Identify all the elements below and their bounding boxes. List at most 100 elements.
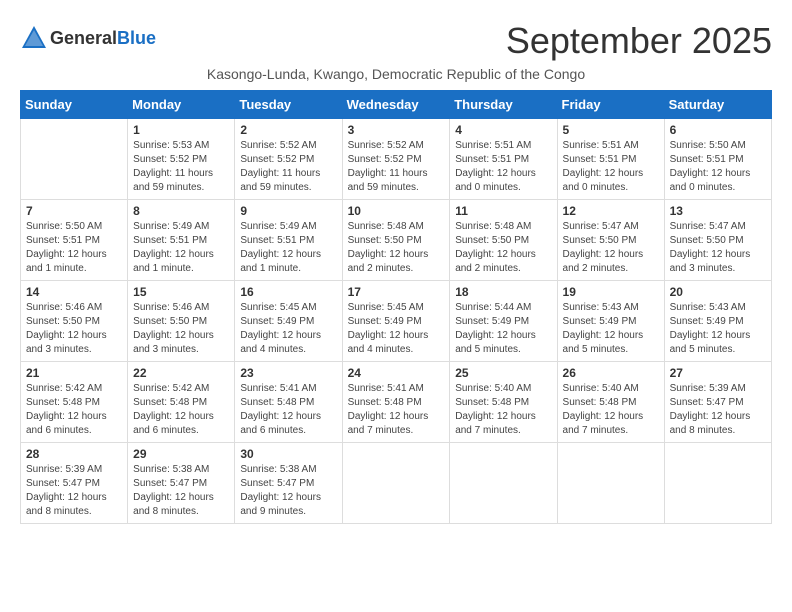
day-number: 29 [133,447,229,461]
calendar-cell: 16 Sunrise: 5:45 AMSunset: 5:49 PMDaylig… [235,281,342,362]
day-number: 1 [133,123,229,137]
calendar-cell: 17 Sunrise: 5:45 AMSunset: 5:49 PMDaylig… [342,281,450,362]
calendar-cell: 5 Sunrise: 5:51 AMSunset: 5:51 PMDayligh… [557,119,664,200]
calendar-cell: 28 Sunrise: 5:39 AMSunset: 5:47 PMDaylig… [21,443,128,524]
day-number: 2 [240,123,336,137]
logo-general: General [50,28,117,48]
day-info: Sunrise: 5:39 AMSunset: 5:47 PMDaylight:… [670,382,766,438]
day-number: 15 [133,285,229,299]
day-number: 4 [455,123,551,137]
day-info: Sunrise: 5:46 AMSunset: 5:50 PMDaylight:… [26,301,122,357]
day-number: 23 [240,366,336,380]
day-info: Sunrise: 5:49 AMSunset: 5:51 PMDaylight:… [240,220,336,276]
day-of-week-header: Wednesday [342,91,450,119]
calendar-cell: 12 Sunrise: 5:47 AMSunset: 5:50 PMDaylig… [557,200,664,281]
day-info: Sunrise: 5:52 AMSunset: 5:52 PMDaylight:… [348,139,445,195]
day-number: 21 [26,366,122,380]
day-info: Sunrise: 5:43 AMSunset: 5:49 PMDaylight:… [563,301,659,357]
calendar-cell: 1 Sunrise: 5:53 AMSunset: 5:52 PMDayligh… [128,119,235,200]
day-number: 13 [670,204,766,218]
day-number: 26 [563,366,659,380]
calendar-cell: 29 Sunrise: 5:38 AMSunset: 5:47 PMDaylig… [128,443,235,524]
day-info: Sunrise: 5:41 AMSunset: 5:48 PMDaylight:… [240,382,336,438]
day-info: Sunrise: 5:50 AMSunset: 5:51 PMDaylight:… [670,139,766,195]
day-info: Sunrise: 5:52 AMSunset: 5:52 PMDaylight:… [240,139,336,195]
day-info: Sunrise: 5:46 AMSunset: 5:50 PMDaylight:… [133,301,229,357]
day-number: 3 [348,123,445,137]
calendar-cell: 11 Sunrise: 5:48 AMSunset: 5:50 PMDaylig… [450,200,557,281]
day-number: 6 [670,123,766,137]
month-title: September 2025 [506,20,772,62]
day-info: Sunrise: 5:48 AMSunset: 5:50 PMDaylight:… [348,220,445,276]
day-number: 10 [348,204,445,218]
day-number: 17 [348,285,445,299]
calendar-cell: 22 Sunrise: 5:42 AMSunset: 5:48 PMDaylig… [128,362,235,443]
day-number: 20 [670,285,766,299]
day-number: 28 [26,447,122,461]
calendar-cell: 20 Sunrise: 5:43 AMSunset: 5:49 PMDaylig… [664,281,771,362]
day-info: Sunrise: 5:49 AMSunset: 5:51 PMDaylight:… [133,220,229,276]
calendar-week-row: 14 Sunrise: 5:46 AMSunset: 5:50 PMDaylig… [21,281,772,362]
calendar-cell: 2 Sunrise: 5:52 AMSunset: 5:52 PMDayligh… [235,119,342,200]
day-info: Sunrise: 5:38 AMSunset: 5:47 PMDaylight:… [240,463,336,519]
day-number: 8 [133,204,229,218]
calendar-week-row: 21 Sunrise: 5:42 AMSunset: 5:48 PMDaylig… [21,362,772,443]
day-info: Sunrise: 5:50 AMSunset: 5:51 PMDaylight:… [26,220,122,276]
calendar-cell: 23 Sunrise: 5:41 AMSunset: 5:48 PMDaylig… [235,362,342,443]
day-info: Sunrise: 5:42 AMSunset: 5:48 PMDaylight:… [133,382,229,438]
day-number: 11 [455,204,551,218]
day-info: Sunrise: 5:48 AMSunset: 5:50 PMDaylight:… [455,220,551,276]
calendar-week-row: 7 Sunrise: 5:50 AMSunset: 5:51 PMDayligh… [21,200,772,281]
day-info: Sunrise: 5:42 AMSunset: 5:48 PMDaylight:… [26,382,122,438]
calendar-cell: 9 Sunrise: 5:49 AMSunset: 5:51 PMDayligh… [235,200,342,281]
day-of-week-header: Tuesday [235,91,342,119]
day-number: 9 [240,204,336,218]
calendar-cell: 6 Sunrise: 5:50 AMSunset: 5:51 PMDayligh… [664,119,771,200]
calendar-cell: 25 Sunrise: 5:40 AMSunset: 5:48 PMDaylig… [450,362,557,443]
logo: GeneralBlue [20,24,156,52]
calendar-cell [450,443,557,524]
day-number: 22 [133,366,229,380]
calendar-cell: 14 Sunrise: 5:46 AMSunset: 5:50 PMDaylig… [21,281,128,362]
day-of-week-header: Saturday [664,91,771,119]
day-of-week-header: Thursday [450,91,557,119]
logo-icon [20,24,48,52]
day-info: Sunrise: 5:51 AMSunset: 5:51 PMDaylight:… [455,139,551,195]
day-number: 19 [563,285,659,299]
calendar-cell [557,443,664,524]
calendar-cell [342,443,450,524]
calendar-cell: 18 Sunrise: 5:44 AMSunset: 5:49 PMDaylig… [450,281,557,362]
day-number: 25 [455,366,551,380]
day-info: Sunrise: 5:41 AMSunset: 5:48 PMDaylight:… [348,382,445,438]
day-info: Sunrise: 5:53 AMSunset: 5:52 PMDaylight:… [133,139,229,195]
day-info: Sunrise: 5:40 AMSunset: 5:48 PMDaylight:… [455,382,551,438]
day-of-week-header: Monday [128,91,235,119]
day-number: 16 [240,285,336,299]
day-of-week-header: Friday [557,91,664,119]
calendar-cell: 15 Sunrise: 5:46 AMSunset: 5:50 PMDaylig… [128,281,235,362]
day-info: Sunrise: 5:39 AMSunset: 5:47 PMDaylight:… [26,463,122,519]
calendar-cell: 21 Sunrise: 5:42 AMSunset: 5:48 PMDaylig… [21,362,128,443]
day-info: Sunrise: 5:47 AMSunset: 5:50 PMDaylight:… [670,220,766,276]
logo-blue: Blue [117,28,156,48]
calendar-cell: 26 Sunrise: 5:40 AMSunset: 5:48 PMDaylig… [557,362,664,443]
calendar-cell: 27 Sunrise: 5:39 AMSunset: 5:47 PMDaylig… [664,362,771,443]
title-area: September 2025 [506,20,772,62]
calendar-cell: 19 Sunrise: 5:43 AMSunset: 5:49 PMDaylig… [557,281,664,362]
day-number: 27 [670,366,766,380]
calendar-week-row: 28 Sunrise: 5:39 AMSunset: 5:47 PMDaylig… [21,443,772,524]
calendar-table: SundayMondayTuesdayWednesdayThursdayFrid… [20,90,772,524]
day-info: Sunrise: 5:44 AMSunset: 5:49 PMDaylight:… [455,301,551,357]
calendar-cell: 4 Sunrise: 5:51 AMSunset: 5:51 PMDayligh… [450,119,557,200]
calendar-cell: 24 Sunrise: 5:41 AMSunset: 5:48 PMDaylig… [342,362,450,443]
day-number: 12 [563,204,659,218]
day-number: 14 [26,285,122,299]
calendar-week-row: 1 Sunrise: 5:53 AMSunset: 5:52 PMDayligh… [21,119,772,200]
day-info: Sunrise: 5:45 AMSunset: 5:49 PMDaylight:… [240,301,336,357]
calendar-cell: 30 Sunrise: 5:38 AMSunset: 5:47 PMDaylig… [235,443,342,524]
subtitle: Kasongo-Lunda, Kwango, Democratic Republ… [20,66,772,82]
day-info: Sunrise: 5:51 AMSunset: 5:51 PMDaylight:… [563,139,659,195]
day-info: Sunrise: 5:43 AMSunset: 5:49 PMDaylight:… [670,301,766,357]
calendar-cell: 8 Sunrise: 5:49 AMSunset: 5:51 PMDayligh… [128,200,235,281]
calendar-cell: 10 Sunrise: 5:48 AMSunset: 5:50 PMDaylig… [342,200,450,281]
